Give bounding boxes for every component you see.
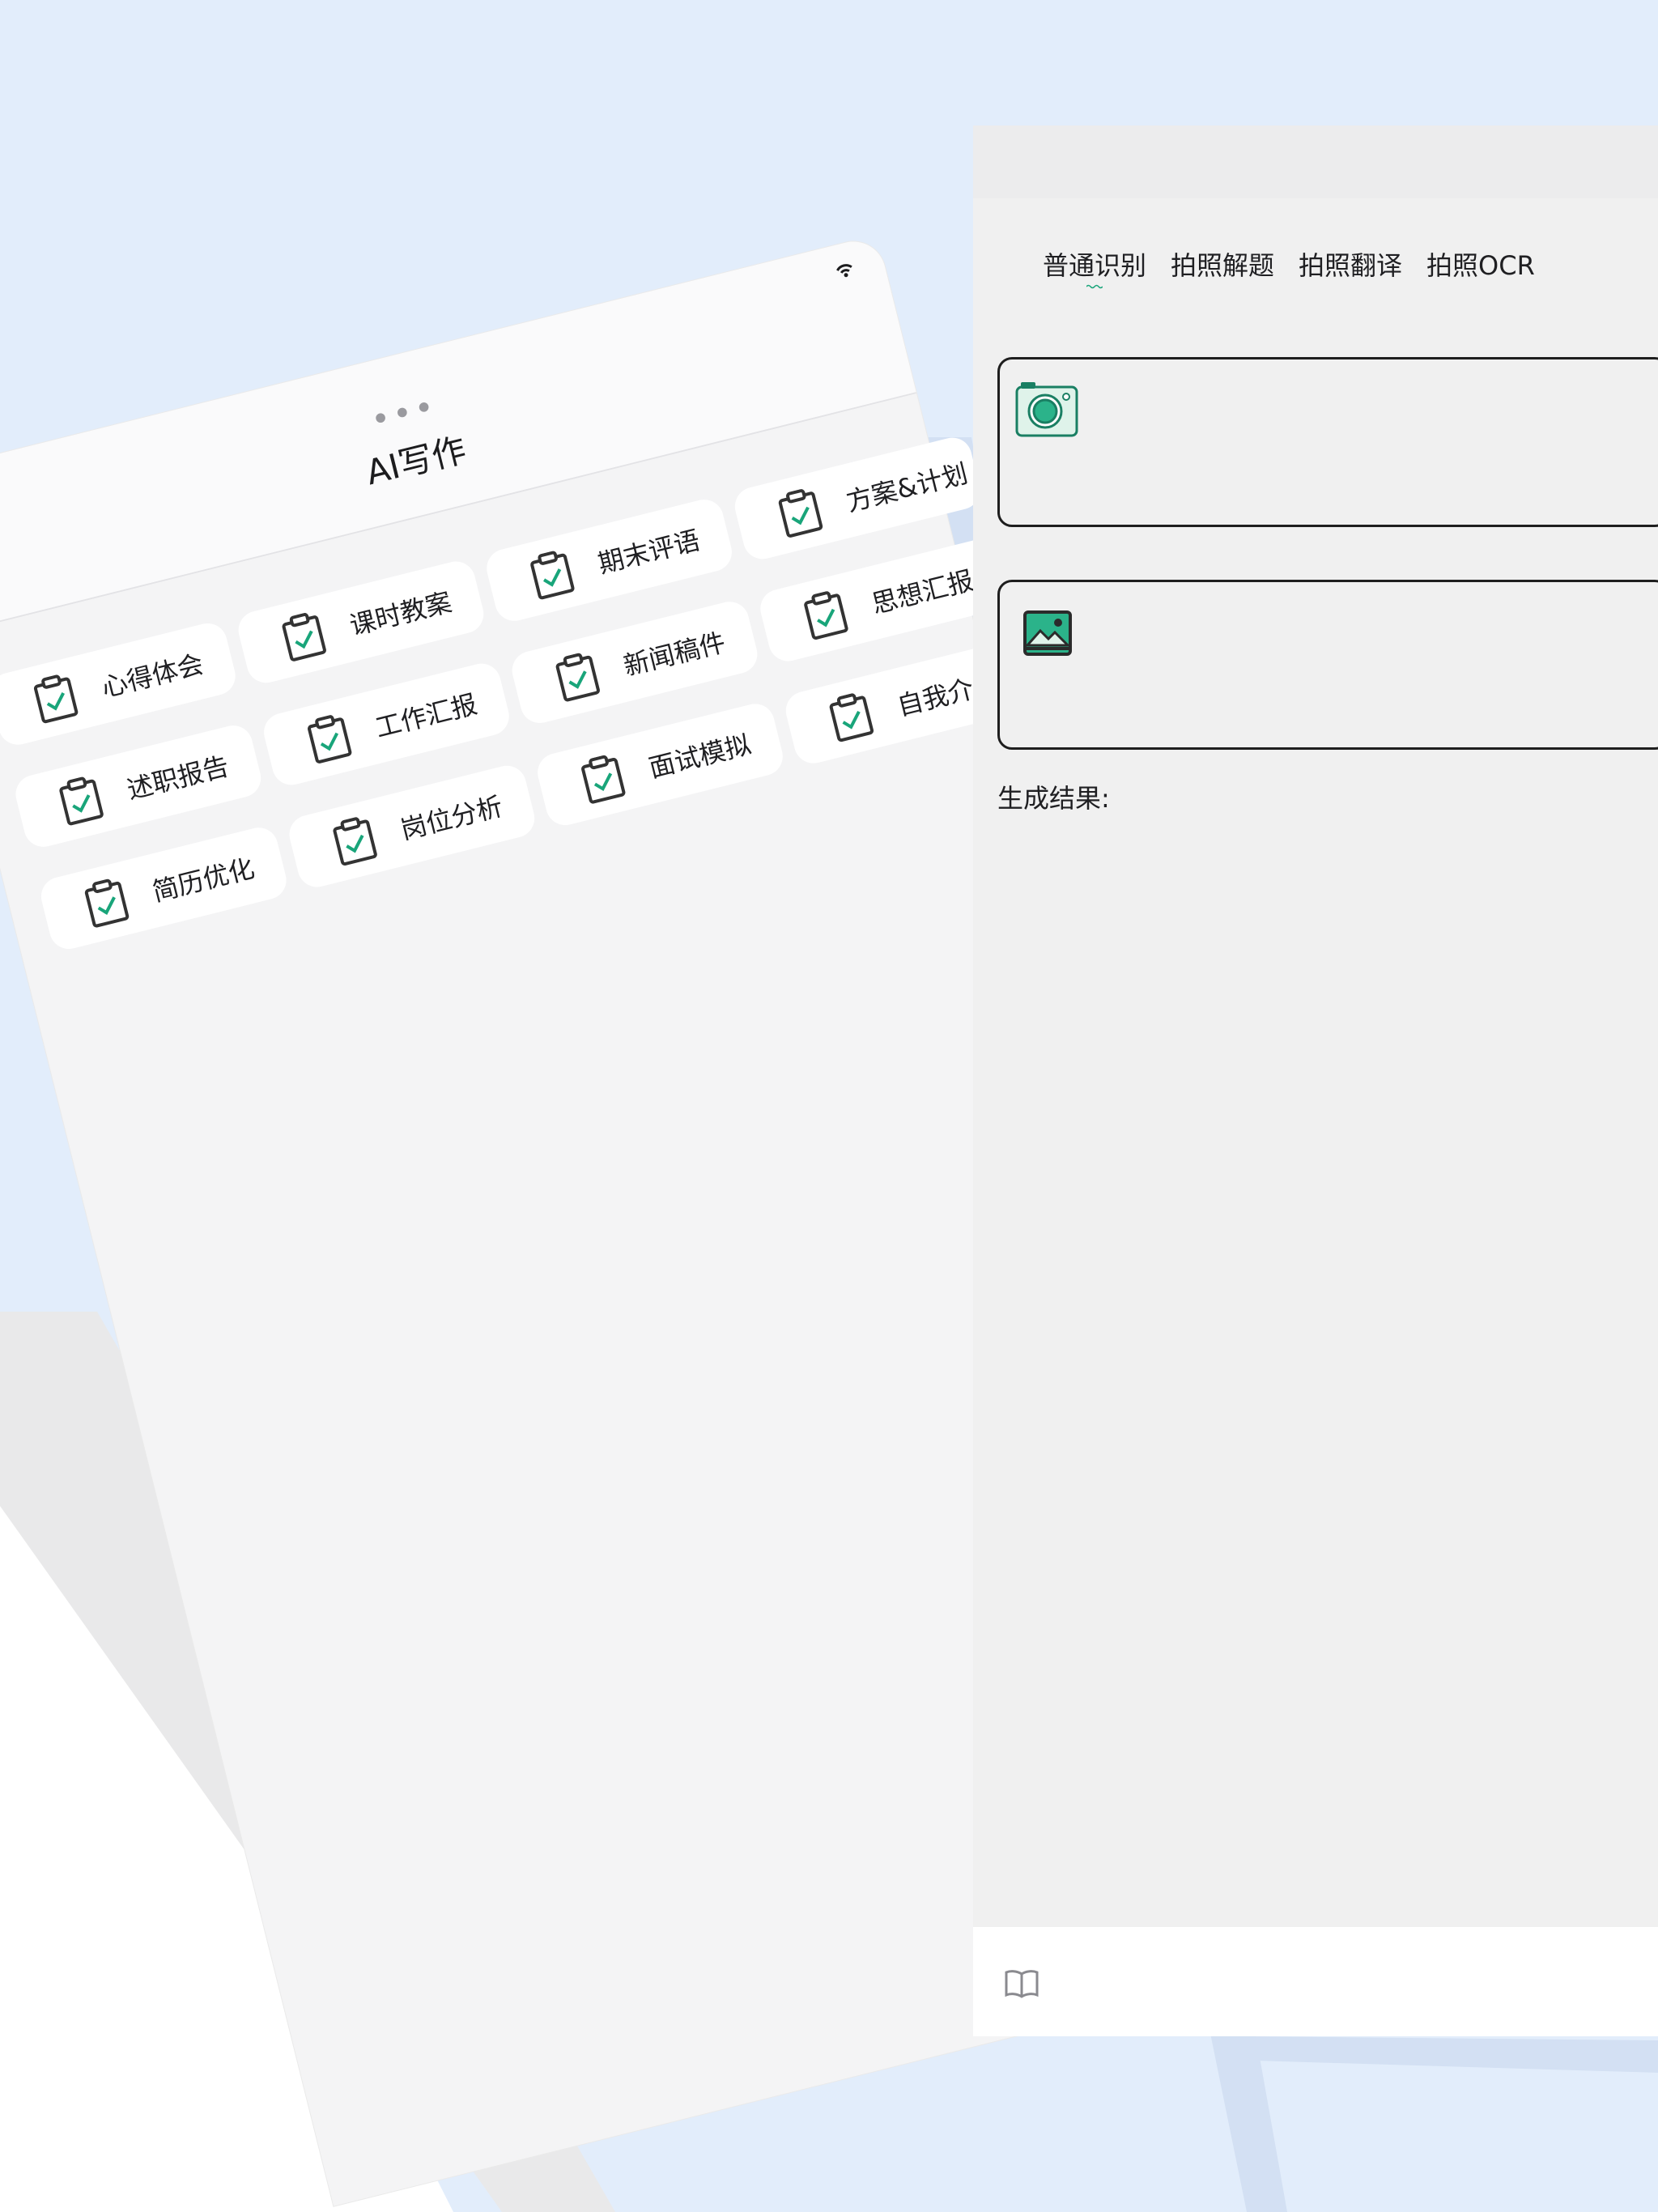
page-title: AI写作 — [362, 429, 470, 493]
clipboard-check-icon — [530, 551, 575, 600]
tool-tile[interactable]: 课时教案 — [234, 557, 488, 687]
tool-tile-label: 简历优化 — [149, 853, 257, 908]
tool-tile[interactable]: 新闻稿件 — [508, 598, 762, 728]
tool-tile-label: 期末评语 — [594, 524, 704, 580]
recognition-panel: 普通识别 拍照解题 拍照翻译 拍照OCR 生成结果: — [973, 198, 1658, 1927]
status-bar — [973, 125, 1658, 198]
clipboard-check-icon — [778, 489, 823, 538]
tool-tile[interactable]: 心得体会 — [0, 619, 240, 749]
image-upload-card[interactable] — [997, 580, 1658, 750]
bottom-tab-bar — [973, 1927, 1658, 2036]
book-icon[interactable] — [1004, 1967, 1039, 2000]
clipboard-check-icon — [804, 591, 848, 640]
clipboard-check-icon — [308, 715, 352, 764]
clipboard-check-icon — [84, 878, 130, 928]
tool-tile[interactable]: 面试模拟 — [534, 700, 787, 830]
tool-tile-label: 心得体会 — [98, 648, 207, 704]
tool-tile-label: 方案&计划 — [843, 457, 971, 518]
tool-tile[interactable]: 述职报告 — [11, 721, 266, 851]
clipboard-check-icon — [581, 755, 626, 804]
tool-tile[interactable]: 期末评语 — [483, 495, 737, 625]
tool-tile-label: 新闻稿件 — [620, 626, 729, 682]
clipboard-check-icon — [282, 613, 326, 661]
clipboard-check-icon — [333, 817, 377, 866]
camera-icon — [1015, 382, 1078, 437]
tab-label: 拍照翻译 — [1299, 250, 1403, 281]
tool-tile-label: 工作汇报 — [372, 688, 481, 744]
tool-tile[interactable]: 岗位分析 — [285, 761, 539, 891]
tool-tile-label: 课时教案 — [346, 586, 455, 642]
clipboard-check-icon — [555, 653, 600, 702]
tab-label: 拍照解题 — [1171, 250, 1275, 281]
clipboard-check-icon — [829, 693, 874, 742]
tab-photo-translate[interactable]: 拍照翻译 — [1299, 245, 1402, 283]
active-tab-indicator — [1086, 284, 1103, 289]
tab-label: 拍照OCR — [1426, 250, 1535, 281]
tool-tile-label: 述职报告 — [124, 750, 232, 806]
tab-label: 普通识别 — [1043, 250, 1147, 281]
image-icon — [1023, 610, 1072, 656]
tool-tile[interactable]: 思想汇报 — [756, 535, 1010, 666]
tab-general-recognition[interactable]: 普通识别 — [1043, 245, 1147, 289]
clipboard-check-icon — [33, 674, 79, 724]
tool-tile[interactable]: 工作汇报 — [259, 659, 513, 789]
tool-tile-label: 岗位分析 — [397, 790, 506, 846]
right-device-screen: 普通识别 拍照解题 拍照翻译 拍照OCR 生成结果: — [973, 125, 1658, 2036]
wifi-icon — [836, 264, 852, 278]
mode-tabs: 普通识别 拍照解题 拍照翻译 拍照OCR — [1043, 245, 1535, 289]
tab-photo-ocr[interactable]: 拍照OCR — [1426, 245, 1535, 283]
tool-tile-label: 思想汇报 — [868, 564, 977, 620]
tool-tile[interactable]: 简历优化 — [36, 823, 291, 954]
tab-photo-solve[interactable]: 拍照解题 — [1171, 245, 1274, 283]
tool-tile-label: 面试模拟 — [645, 729, 755, 784]
clipboard-check-icon — [59, 776, 104, 826]
tool-tile[interactable]: 方案&计划 — [730, 433, 984, 564]
camera-capture-card[interactable] — [997, 357, 1658, 527]
result-label: 生成结果: — [997, 783, 1110, 814]
